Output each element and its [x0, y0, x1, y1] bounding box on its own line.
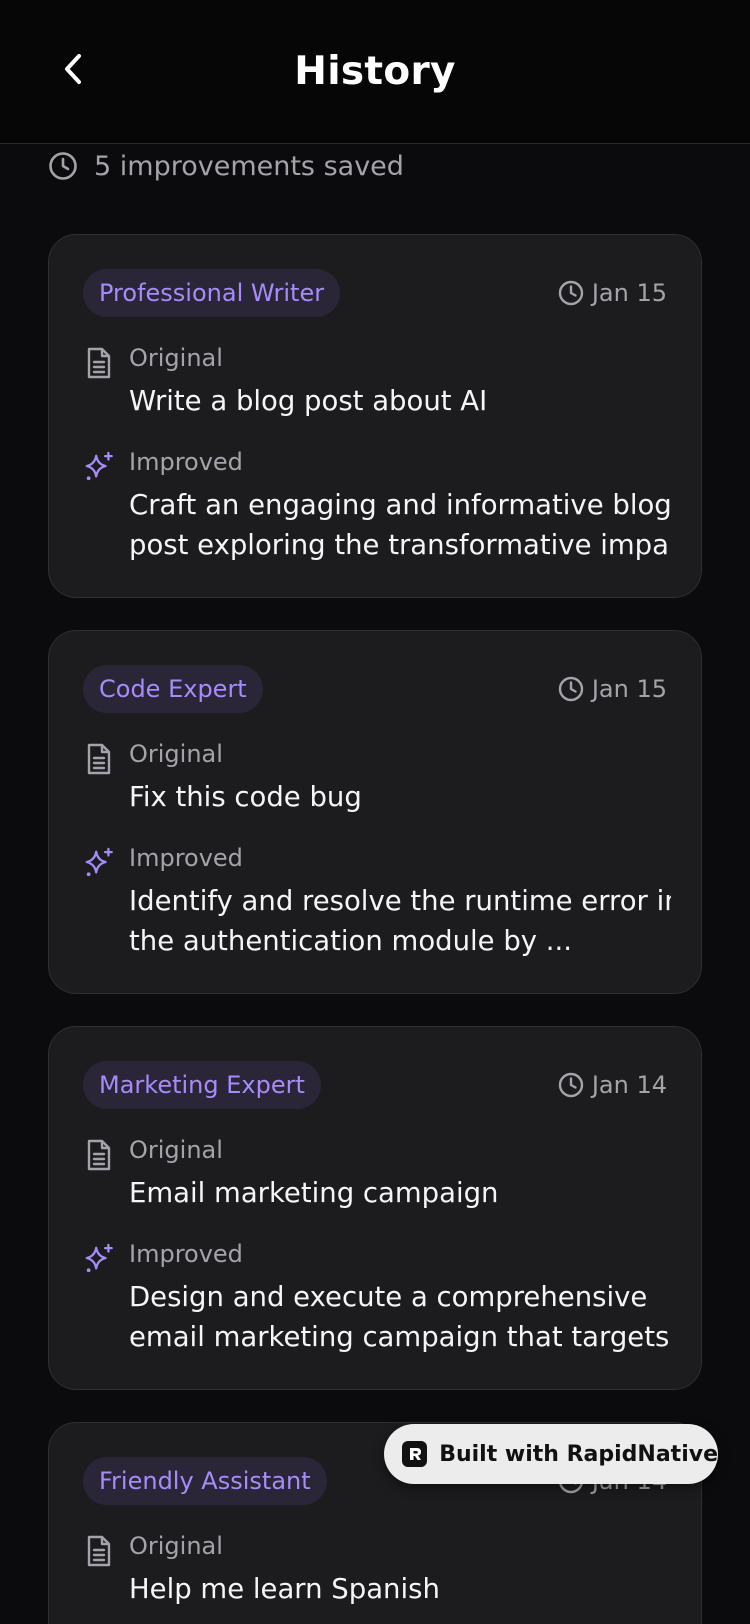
original-label: Original	[129, 1136, 223, 1164]
sparkles-icon	[83, 1241, 115, 1277]
improvements-count-text: 5 improvements saved	[94, 150, 404, 182]
built-with-badge[interactable]: Built with RapidNative	[384, 1424, 718, 1484]
role-badge: Marketing Expert	[83, 1061, 321, 1109]
improved-label: Improved	[129, 844, 243, 872]
clock-icon	[558, 1072, 584, 1098]
original-section: Original Fix this code bug	[83, 737, 671, 817]
date-label: Jan 15	[558, 279, 667, 307]
clock-icon	[558, 676, 584, 702]
original-text: Help me learn Spanish	[129, 1573, 440, 1605]
sparkles-icon	[83, 845, 115, 881]
original-section: Original Write a blog post about AI	[83, 341, 671, 421]
header: History	[0, 0, 750, 144]
date-text: Jan 14	[591, 1071, 667, 1099]
date-label: Jan 14	[558, 1071, 667, 1099]
original-label: Original	[129, 344, 223, 372]
document-icon	[83, 741, 115, 777]
clock-icon	[49, 152, 77, 180]
improved-text: Identify and resolve the runtime error i…	[129, 885, 671, 957]
document-icon	[83, 345, 115, 381]
date-label: Jan 15	[558, 675, 667, 703]
page-title: History	[294, 49, 456, 94]
role-badge: Professional Writer	[83, 269, 341, 317]
improved-text: Design and execute a comprehensive email…	[129, 1281, 671, 1353]
improved-section: Improved Craft an engaging and informati…	[83, 445, 671, 565]
improved-label: Improved	[129, 448, 243, 476]
role-badge: Code Expert	[83, 665, 263, 713]
role-badge: Friendly Assistant	[83, 1457, 327, 1505]
original-text: Email marketing campaign	[129, 1177, 499, 1209]
original-label: Original	[129, 1532, 223, 1560]
date-text: Jan 15	[591, 675, 667, 703]
improved-label: Improved	[129, 1240, 243, 1268]
sparkles-icon	[83, 449, 115, 485]
original-section: Original Help me learn Spanish	[83, 1529, 671, 1609]
history-card[interactable]: Code Expert Jan 15 Original Fix this cod…	[48, 630, 702, 994]
history-card[interactable]: Professional Writer Jan 15 Original Writ…	[48, 234, 702, 598]
date-text: Jan 15	[591, 279, 667, 307]
original-section: Original Email marketing campaign	[83, 1133, 671, 1213]
built-with-label: Built with RapidNative	[439, 1441, 718, 1467]
original-text: Fix this code bug	[129, 781, 362, 813]
clock-icon	[558, 280, 584, 306]
history-screen: History 5 improvements saved Professiona…	[0, 0, 750, 1624]
rapidnative-logo-icon	[402, 1441, 428, 1467]
original-text: Write a blog post about AI	[129, 385, 488, 417]
improved-text: Craft an engaging and informative blog p…	[129, 489, 671, 561]
improved-section: Improved Design and execute a comprehens…	[83, 1237, 671, 1357]
original-label: Original	[129, 740, 223, 768]
document-icon	[83, 1137, 115, 1173]
improvements-count: 5 improvements saved	[48, 146, 404, 186]
improved-section: Improved Identify and resolve the runtim…	[83, 841, 671, 961]
document-icon	[83, 1533, 115, 1569]
history-card[interactable]: Marketing Expert Jan 14 Original Email m…	[48, 1026, 702, 1390]
